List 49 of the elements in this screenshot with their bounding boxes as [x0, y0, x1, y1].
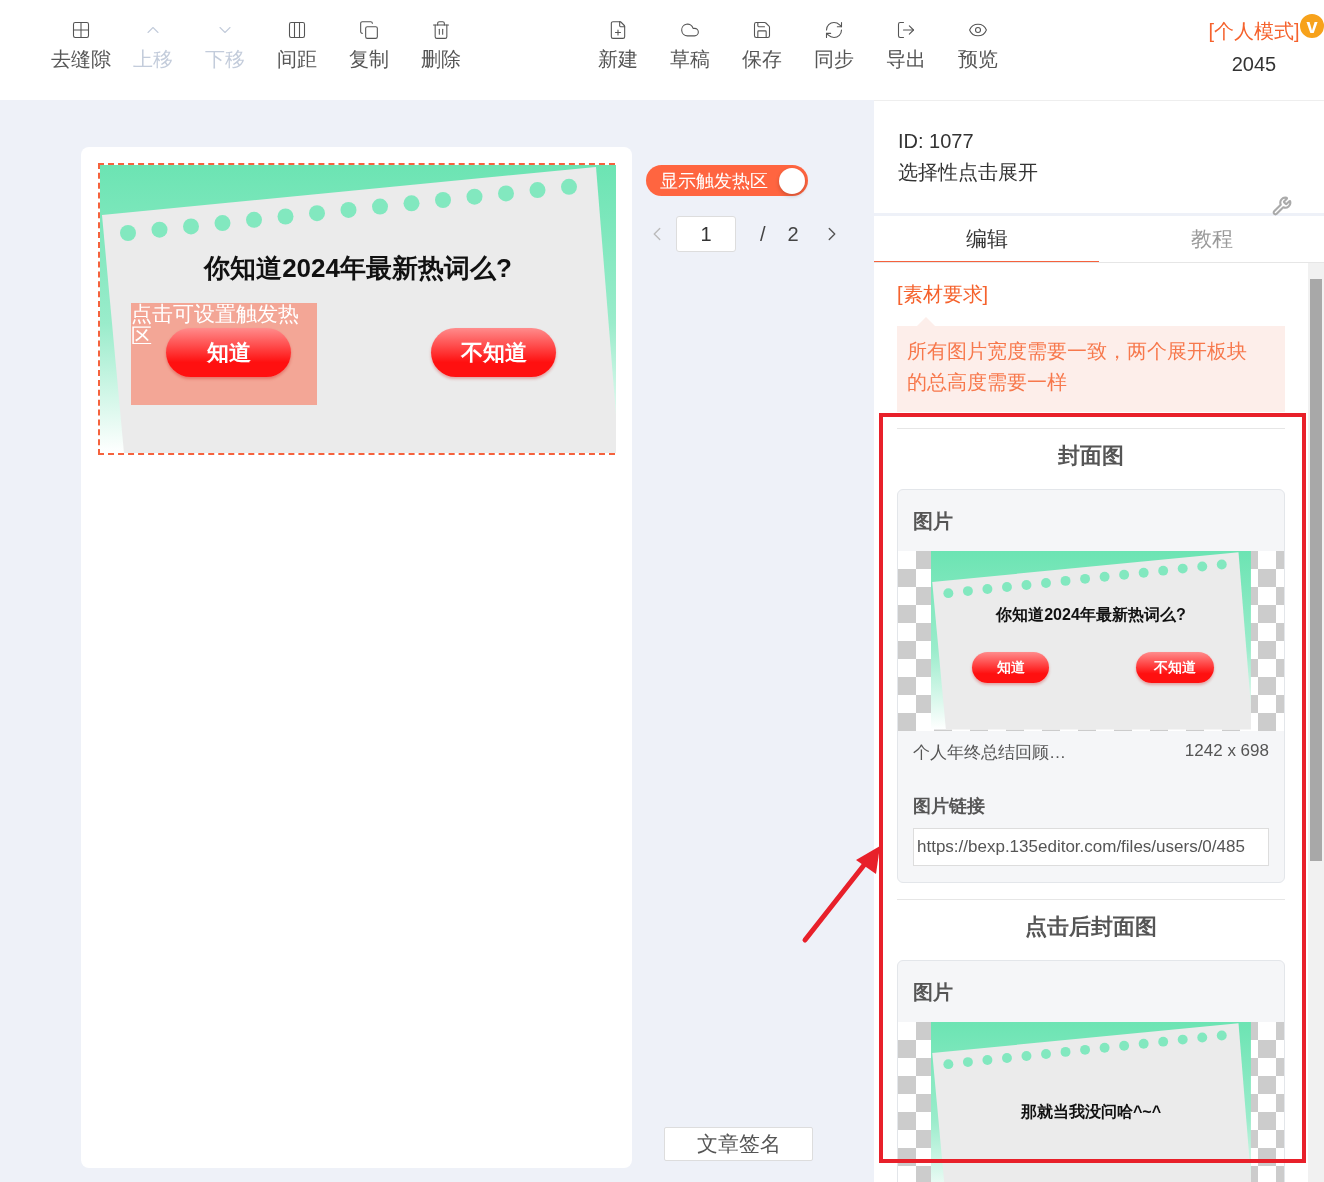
- toolbar-button[interactable]: 同步: [798, 20, 870, 73]
- link-field[interactable]: https://bexp.135editor.com/files/users/0/485: [913, 828, 1269, 866]
- refresh-icon: [824, 20, 844, 40]
- toolbar-button[interactable]: 间距: [261, 20, 333, 73]
- toolbar-button[interactable]: 草稿: [654, 20, 726, 73]
- toolbar-button[interactable]: 去缝隙: [45, 20, 117, 73]
- copy-icon: [359, 20, 379, 40]
- image-size: 1242 x 698: [1184, 741, 1269, 762]
- card-title: 图片: [912, 980, 954, 1005]
- block-name: 选择性点击展开: [898, 160, 1039, 185]
- card-title: 图片: [912, 509, 954, 534]
- page-total: 2: [787, 222, 799, 246]
- export-icon: [896, 20, 916, 40]
- requirement-title: [素材要求]: [897, 282, 990, 307]
- toolbar-button[interactable]: 保存: [726, 20, 798, 73]
- page-separator: /: [760, 222, 766, 246]
- grid-icon: [71, 20, 91, 40]
- wrench-icon[interactable]: [1272, 196, 1292, 216]
- vip-badge: v: [1298, 12, 1324, 40]
- banner-title: 你知道2024年最新热词么?: [996, 604, 1186, 626]
- banner-title: 那就当我没问哈^~^: [1020, 1101, 1162, 1123]
- delete-icon: [431, 20, 451, 40]
- banner-button: 不知道: [1136, 652, 1214, 683]
- section-title: 封面图: [1057, 442, 1125, 470]
- image-preview[interactable]: 你知道2024年最新热词么? 知道 不知道: [898, 551, 1284, 731]
- selected-block[interactable]: 点击可设置触发热区 你知道2024年最新热词么? 知道 不知道: [98, 163, 615, 455]
- columns-icon: [287, 20, 307, 40]
- banner-button: 知道: [166, 328, 291, 377]
- field-label: 图片链接: [912, 795, 986, 818]
- block-id: ID: 1077: [898, 130, 975, 153]
- toolbar-button[interactable]: 预览: [942, 20, 1014, 73]
- banner-button: 知道: [971, 652, 1050, 683]
- section-title: 点击后封面图: [1024, 913, 1158, 941]
- scrollbar[interactable]: [1308, 263, 1324, 1182]
- toolbar-button[interactable]: 删除: [405, 20, 477, 73]
- signature-button[interactable]: 文章签名: [664, 1127, 813, 1161]
- save-icon: [752, 20, 772, 40]
- page-field[interactable]: 1: [676, 216, 736, 252]
- toolbar-button[interactable]: 新建: [582, 20, 654, 73]
- toolbar-button[interactable]: 复制: [333, 20, 405, 73]
- requirement-note: 所有图片宽度需要一致，两个展开板块的总高度需要一样: [897, 326, 1285, 412]
- mode-count: 2045: [1231, 53, 1277, 76]
- banner-button: 不知道: [431, 328, 556, 377]
- banner-title: 你知道2024年最新热词么?: [204, 252, 512, 285]
- file-name: 个人年终总结回顾…: [913, 742, 1066, 764]
- toolbar-button[interactable]: 导出: [870, 20, 942, 73]
- panel-tab[interactable]: 编辑: [874, 216, 1099, 262]
- file-plus-icon: [608, 20, 628, 40]
- image-preview[interactable]: 那就当我没问哈^~^: [898, 1022, 1284, 1182]
